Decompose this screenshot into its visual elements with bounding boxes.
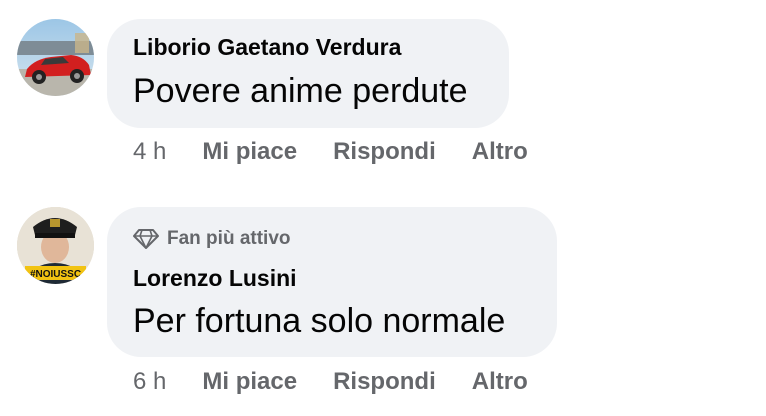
- comment-bubble: Fan più attivo Lorenzo Lusini Per fortun…: [107, 207, 557, 357]
- like-button[interactable]: Mi piace: [202, 138, 297, 166]
- avatar[interactable]: #NOIUSSC: [17, 207, 94, 284]
- badge-label: Fan più attivo: [167, 228, 291, 249]
- like-button[interactable]: Mi piace: [202, 368, 297, 396]
- more-button[interactable]: Altro: [472, 138, 528, 166]
- avatar[interactable]: [17, 19, 94, 96]
- comment-author[interactable]: Liborio Gaetano Verdura: [133, 33, 483, 61]
- comment-timestamp[interactable]: 6 h: [133, 368, 166, 396]
- reply-button[interactable]: Rispondi: [333, 138, 436, 166]
- avatar-banner: #NOIUSSC: [30, 269, 81, 280]
- comment-author[interactable]: Lorenzo Lusini: [133, 264, 531, 292]
- comment-text: Povere anime perdute: [133, 72, 468, 110]
- comment-timestamp[interactable]: 4 h: [133, 138, 166, 166]
- comment-actions: 6 h Mi piace Rispondi Altro: [133, 367, 564, 397]
- diamond-icon: [133, 229, 159, 249]
- avatar-image: #NOIUSSC: [17, 207, 94, 284]
- comment-text: Per fortuna solo normale: [133, 302, 506, 340]
- top-fan-badge[interactable]: Fan più attivo: [133, 226, 531, 252]
- more-button[interactable]: Altro: [472, 368, 528, 396]
- comment-bubble: Liborio Gaetano Verdura Povere anime per…: [107, 19, 509, 128]
- comment-thread: Liborio Gaetano Verdura Povere anime per…: [0, 0, 766, 416]
- comment-actions: 4 h Mi piace Rispondi Altro: [133, 137, 564, 167]
- reply-button[interactable]: Rispondi: [333, 368, 436, 396]
- avatar-image: [17, 19, 94, 96]
